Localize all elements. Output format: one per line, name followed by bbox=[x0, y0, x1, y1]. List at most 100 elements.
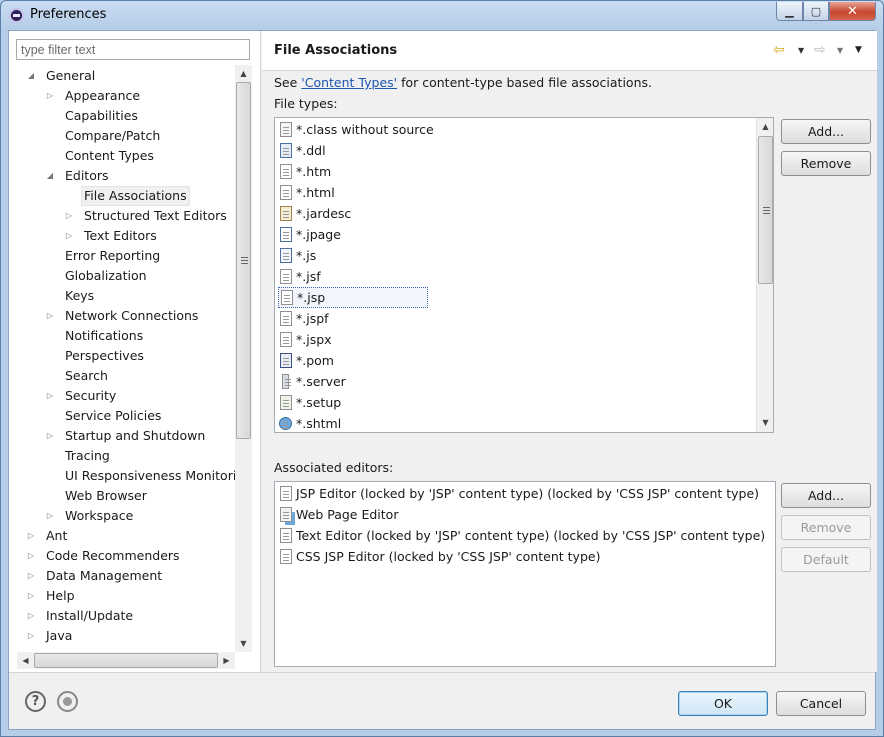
file-type-item[interactable]: *.jspf bbox=[278, 308, 331, 329]
ok-button[interactable]: OK bbox=[678, 691, 768, 716]
file-type-item[interactable]: *.pom bbox=[278, 350, 336, 371]
collapsed-arrow-icon[interactable]: ▷ bbox=[44, 307, 56, 325]
collapsed-arrow-icon[interactable]: ▷ bbox=[44, 427, 56, 445]
tree-item[interactable]: ◢ General bbox=[25, 66, 98, 86]
file-type-item[interactable]: *.jspx bbox=[278, 329, 334, 350]
tree-item[interactable]: ▷ Text Editors bbox=[63, 226, 160, 246]
filter-input[interactable] bbox=[16, 39, 250, 60]
tree-item[interactable]: ▷Globalization bbox=[44, 266, 150, 286]
file-type-item[interactable]: *.jpage bbox=[278, 224, 343, 245]
view-menu-icon[interactable]: ▼ bbox=[855, 45, 862, 55]
tree-item[interactable]: ▷Content Types bbox=[44, 146, 157, 166]
file-type-item[interactable]: *.ddl bbox=[278, 140, 328, 161]
collapsed-arrow-icon[interactable]: ▷ bbox=[25, 607, 37, 625]
tree-horizontal-scrollbar[interactable]: ◀ ▶ bbox=[17, 652, 235, 669]
file-types-list[interactable]: *.shtml *.setup *.server *.pom *.jspx *.jspf *… bbox=[274, 117, 774, 433]
tree-item[interactable]: ▷Compare/Patch bbox=[44, 126, 163, 146]
tree-item[interactable]: ▷UI Responsiveness Monitoring bbox=[44, 466, 235, 486]
tree-item[interactable]: ▷Perspectives bbox=[44, 346, 147, 366]
file-type-item[interactable]: *.htm bbox=[278, 161, 333, 182]
collapsed-arrow-icon[interactable]: ▷ bbox=[25, 547, 37, 565]
file-type-item[interactable]: *.server bbox=[278, 371, 348, 392]
tree-item[interactable]: ▷Error Reporting bbox=[44, 246, 163, 266]
collapsed-arrow-icon[interactable]: ▷ bbox=[63, 227, 75, 245]
tree-item[interactable]: ▷ Code Recommenders bbox=[25, 546, 183, 566]
collapsed-arrow-icon[interactable]: ▷ bbox=[25, 587, 37, 605]
tree-item[interactable]: ▷ Data Management bbox=[25, 566, 165, 586]
associated-editors-list[interactable]: JSP Editor (locked by 'JSP' content type… bbox=[274, 481, 776, 667]
content-types-link[interactable]: 'Content Types' bbox=[301, 75, 397, 90]
scrollbar-thumb[interactable] bbox=[758, 136, 773, 284]
default-editor-button[interactable]: Default bbox=[781, 547, 871, 572]
editor-item[interactable]: CSS JSP Editor (locked by 'CSS JSP' cont… bbox=[278, 546, 602, 567]
help-icon[interactable]: ? bbox=[25, 691, 46, 712]
collapsed-arrow-icon[interactable]: ▷ bbox=[25, 527, 37, 545]
close-button[interactable]: ✕ bbox=[829, 2, 876, 21]
remove-file-type-button[interactable]: Remove bbox=[781, 151, 871, 176]
remove-editor-button[interactable]: Remove bbox=[781, 515, 871, 540]
scrollbar-thumb[interactable] bbox=[236, 82, 251, 439]
tree-item[interactable]: ▷ Install/Update bbox=[25, 606, 136, 626]
tree-item[interactable]: ▷ Security bbox=[44, 386, 119, 406]
file-types-scrollbar[interactable]: ▲ ▼ bbox=[756, 118, 773, 432]
tree-item[interactable]: ▷ Help bbox=[25, 586, 78, 606]
editor-item[interactable]: Web Page Editor bbox=[278, 504, 400, 525]
editor-item[interactable]: JSP Editor (locked by 'JSP' content type… bbox=[278, 483, 761, 504]
tree-item[interactable]: ◢ Editors bbox=[44, 166, 112, 186]
tree-item[interactable]: ▷ Network Connections bbox=[44, 306, 201, 326]
record-icon[interactable] bbox=[57, 691, 78, 712]
collapsed-arrow-icon[interactable]: ▷ bbox=[44, 387, 56, 405]
scroll-down-icon[interactable]: ▼ bbox=[757, 414, 773, 431]
scroll-left-icon[interactable]: ◀ bbox=[17, 652, 34, 669]
file-type-item[interactable]: *.class without source bbox=[278, 119, 436, 140]
expanded-arrow-icon[interactable]: ◢ bbox=[44, 167, 56, 185]
tree-item[interactable]: ▷ Structured Text Editors bbox=[63, 206, 230, 226]
back-arrow-icon[interactable]: ⇦ bbox=[773, 42, 785, 58]
tree-item[interactable]: ▷Service Policies bbox=[44, 406, 164, 426]
forward-arrow-icon[interactable]: ⇨ bbox=[814, 42, 826, 58]
cancel-button[interactable]: Cancel bbox=[776, 691, 866, 716]
add-editor-button[interactable]: Add... bbox=[781, 483, 871, 508]
collapsed-arrow-icon[interactable]: ▷ bbox=[25, 647, 37, 651]
collapsed-arrow-icon[interactable]: ▷ bbox=[44, 87, 56, 105]
forward-dropdown-icon[interactable]: ▼ bbox=[837, 46, 843, 55]
jpage-file-icon bbox=[278, 227, 293, 243]
tree-item[interactable]: ▷ Java bbox=[25, 626, 75, 646]
tree-item[interactable]: ▷ Appearance bbox=[44, 86, 143, 106]
title-bar[interactable]: Preferences ▁ ▢ ✕ bbox=[1, 1, 883, 30]
tree-item[interactable]: ▷ Workspace bbox=[44, 506, 136, 526]
tree-item[interactable]: ▷Keys bbox=[44, 286, 97, 306]
tree-item[interactable]: ▷ Startup and Shutdown bbox=[44, 426, 208, 446]
tree-item[interactable]: ▷Notifications bbox=[44, 326, 146, 346]
scroll-down-icon[interactable]: ▼ bbox=[235, 635, 252, 652]
tree-item[interactable]: ▷ Ant bbox=[25, 526, 70, 546]
tree-item[interactable]: ▷Capabilities bbox=[44, 106, 141, 126]
minimize-button[interactable]: ▁ bbox=[776, 2, 803, 21]
add-file-type-button[interactable]: Add... bbox=[781, 119, 871, 144]
file-type-item[interactable]: *.html bbox=[278, 182, 337, 203]
scroll-right-icon[interactable]: ▶ bbox=[218, 652, 235, 669]
tree-item[interactable]: ▷ Java EE bbox=[25, 646, 95, 651]
back-dropdown-icon[interactable]: ▼ bbox=[798, 46, 804, 55]
tree-item[interactable]: ▷Tracing bbox=[44, 446, 113, 466]
tree-item[interactable]: ▷Web Browser bbox=[44, 486, 150, 506]
collapsed-arrow-icon[interactable]: ▷ bbox=[44, 507, 56, 525]
expanded-arrow-icon[interactable]: ◢ bbox=[25, 67, 37, 85]
editor-item[interactable]: Text Editor (locked by 'JSP' content typ… bbox=[278, 525, 767, 546]
file-type-item[interactable]: *.jsf bbox=[278, 266, 323, 287]
tree-item[interactable]: ▷Search bbox=[44, 366, 111, 386]
collapsed-arrow-icon[interactable]: ▷ bbox=[25, 627, 37, 645]
file-type-item[interactable]: *.setup bbox=[278, 392, 343, 413]
scrollbar-thumb-horizontal[interactable] bbox=[34, 653, 218, 668]
file-type-item[interactable]: *.jsp bbox=[278, 287, 428, 308]
file-type-item[interactable]: *.js bbox=[278, 245, 318, 266]
scroll-up-icon[interactable]: ▲ bbox=[757, 118, 773, 135]
file-type-item[interactable]: *.jardesc bbox=[278, 203, 353, 224]
tree-vertical-scrollbar[interactable]: ▲ ▼ bbox=[235, 65, 252, 652]
collapsed-arrow-icon[interactable]: ▷ bbox=[63, 207, 75, 225]
tree-item[interactable]: ▷File Associations bbox=[63, 186, 190, 206]
file-type-item[interactable]: *.shtml bbox=[278, 413, 343, 432]
scroll-up-icon[interactable]: ▲ bbox=[235, 65, 252, 82]
maximize-button[interactable]: ▢ bbox=[803, 2, 829, 21]
collapsed-arrow-icon[interactable]: ▷ bbox=[25, 567, 37, 585]
